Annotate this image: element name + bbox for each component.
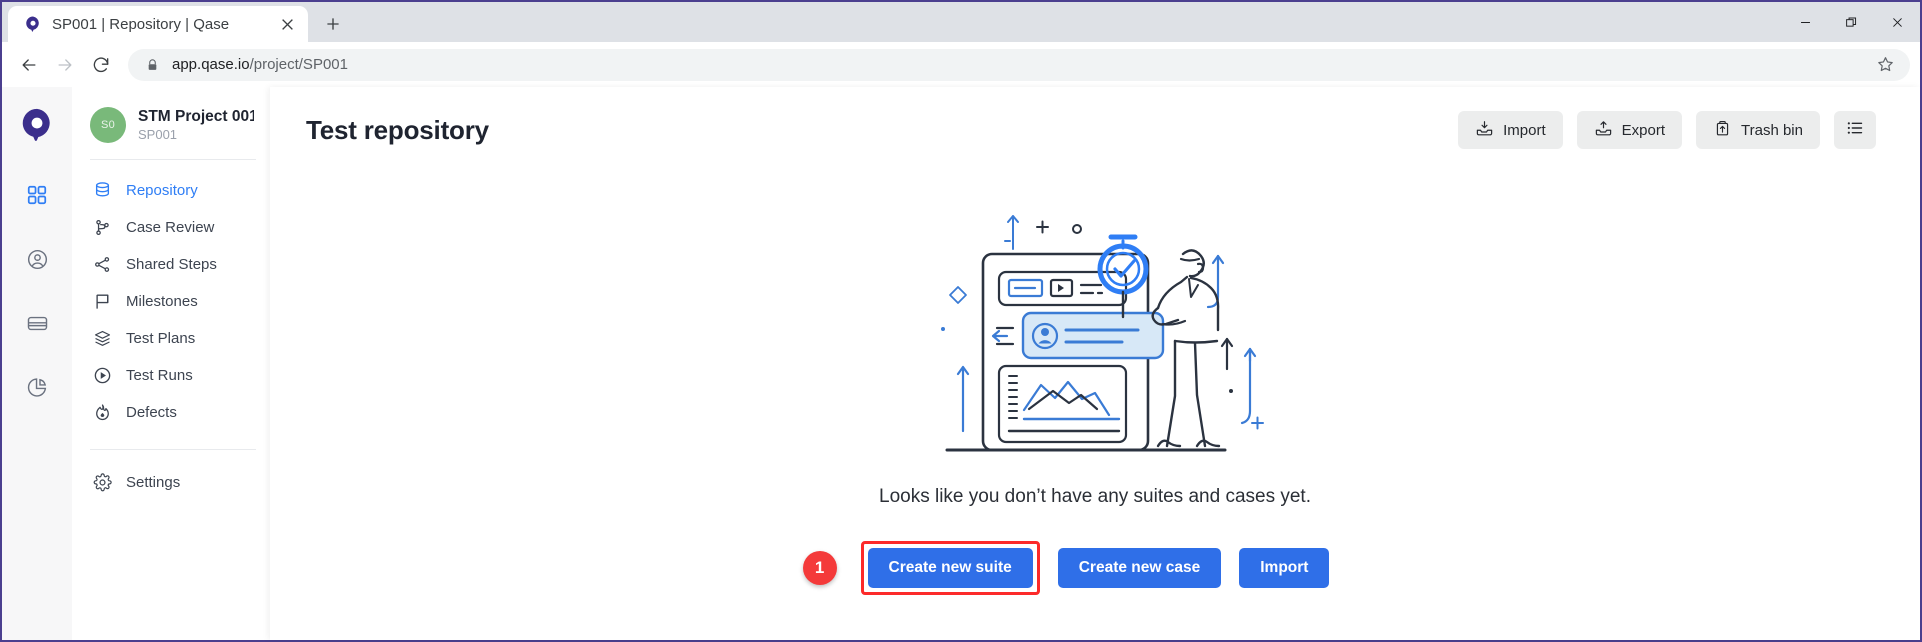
list-view-button[interactable] [1834,111,1876,149]
address-bar-text: app.qase.io/project/SP001 [172,56,1862,73]
forward-button[interactable] [48,48,82,82]
project-sidebar: S0 STM Project 001 SP001 Rep [72,87,270,640]
list-icon [1845,118,1865,142]
reload-icon [91,55,111,75]
annotation-badge-1: 1 [803,551,837,585]
rail-item-billing[interactable] [15,301,59,345]
rail-item-projects[interactable] [15,173,59,217]
minimize-button[interactable] [1782,2,1828,42]
maximize-button[interactable] [1828,2,1874,42]
card-icon [26,312,49,335]
reload-button[interactable] [84,48,118,82]
flag-icon [92,292,112,312]
browser-tab-strip: SP001 | Repository | Qase [2,2,1920,42]
pie-chart-icon [26,376,49,399]
empty-state-message: Looks like you don’t have any suites and… [879,486,1311,508]
export-icon [1594,119,1613,142]
project-header[interactable]: S0 STM Project 001 SP001 [72,107,270,143]
trash-bin-button[interactable]: Trash bin [1696,111,1820,149]
grid-icon [26,184,48,206]
import-empty-state-button[interactable]: Import [1239,548,1329,588]
url-path: /project/SP001 [250,56,348,73]
user-circle-icon [26,248,49,271]
browser-window: SP001 | Repository | Qase [0,0,1922,642]
sidebar-item-label: Case Review [126,219,214,236]
arrow-left-icon [19,55,39,75]
project-code: SP001 [138,127,254,142]
share-icon [92,255,112,275]
sidebar-item-label: Defects [126,404,177,421]
sidebar-footer: Settings [72,450,270,519]
main-toolbar: Import Export [1458,111,1876,149]
close-button[interactable] [1874,2,1920,42]
create-new-case-button[interactable]: Create new case [1058,548,1222,588]
sidebar-item-label: Test Runs [126,367,193,384]
minimize-icon [1799,16,1812,29]
create-new-suite-highlight: Create new suite [861,541,1040,595]
page-title: Test repository [306,115,489,146]
empty-state-actions: 1 Create new suite Create new case Impor… [861,541,1330,595]
sidebar-item-label: Repository [126,182,198,199]
export-button[interactable]: Export [1577,111,1682,149]
sidebar-item-settings[interactable]: Settings [72,464,270,501]
sidebar-item-shared-steps[interactable]: Shared Steps [72,246,270,283]
close-icon [1891,16,1904,29]
close-icon[interactable] [276,13,298,35]
rail-item-reports[interactable] [15,365,59,409]
main-content: Test repository Import [270,87,1920,640]
qase-logo-icon[interactable] [15,103,59,147]
layers-icon [92,329,112,349]
avatar: S0 [90,107,126,143]
sidebar-item-milestones[interactable]: Milestones [72,283,270,320]
new-tab-button[interactable] [318,9,348,39]
trash-bin-button-label: Trash bin [1741,122,1803,139]
qase-logo-icon [24,15,42,33]
plus-icon [325,16,341,32]
lock-icon [146,58,160,72]
sidebar-item-defects[interactable]: Defects [72,394,270,431]
address-bar[interactable]: app.qase.io/project/SP001 [128,49,1910,81]
browser-toolbar: app.qase.io/project/SP001 [2,42,1920,87]
window-controls [1782,2,1920,42]
sidebar-item-label: Shared Steps [126,256,217,273]
browser-tab[interactable]: SP001 | Repository | Qase [8,6,308,42]
url-host: app.qase.io [172,56,250,73]
trash-icon [1713,119,1732,142]
project-name: STM Project 001 [138,108,254,126]
maximize-icon [1845,16,1858,29]
sidebar-item-repository[interactable]: Repository [72,172,270,209]
arrow-right-icon [55,55,75,75]
import-button-label: Import [1503,122,1546,139]
import-icon [1475,119,1494,142]
create-new-suite-button[interactable]: Create new suite [868,548,1033,588]
icon-rail [2,87,72,640]
export-button-label: Export [1622,122,1665,139]
sidebar-item-label: Settings [126,474,180,491]
back-button[interactable] [12,48,46,82]
person-with-dashboard-illustration [925,201,1265,456]
main-header: Test repository Import [270,87,1920,149]
star-icon[interactable] [1874,54,1896,76]
sidebar-item-test-plans[interactable]: Test Plans [72,320,270,357]
git-branch-icon [92,218,112,238]
rail-item-account[interactable] [15,237,59,281]
project-text: STM Project 001 SP001 [138,108,254,142]
app-body: S0 STM Project 001 SP001 Rep [2,87,1920,640]
fire-icon [92,403,112,423]
empty-state: Looks like you don’t have any suites and… [270,149,1920,640]
import-button[interactable]: Import [1458,111,1563,149]
gear-icon [92,473,112,493]
sidebar-item-label: Test Plans [126,330,195,347]
sidebar-item-label: Milestones [126,293,198,310]
sidebar-item-case-review[interactable]: Case Review [72,209,270,246]
sidebar-nav: Repository Case Review [72,160,270,431]
browser-tab-title: SP001 | Repository | Qase [52,16,266,33]
sidebar-item-test-runs[interactable]: Test Runs [72,357,270,394]
play-circle-icon [92,366,112,386]
database-icon [92,181,112,201]
